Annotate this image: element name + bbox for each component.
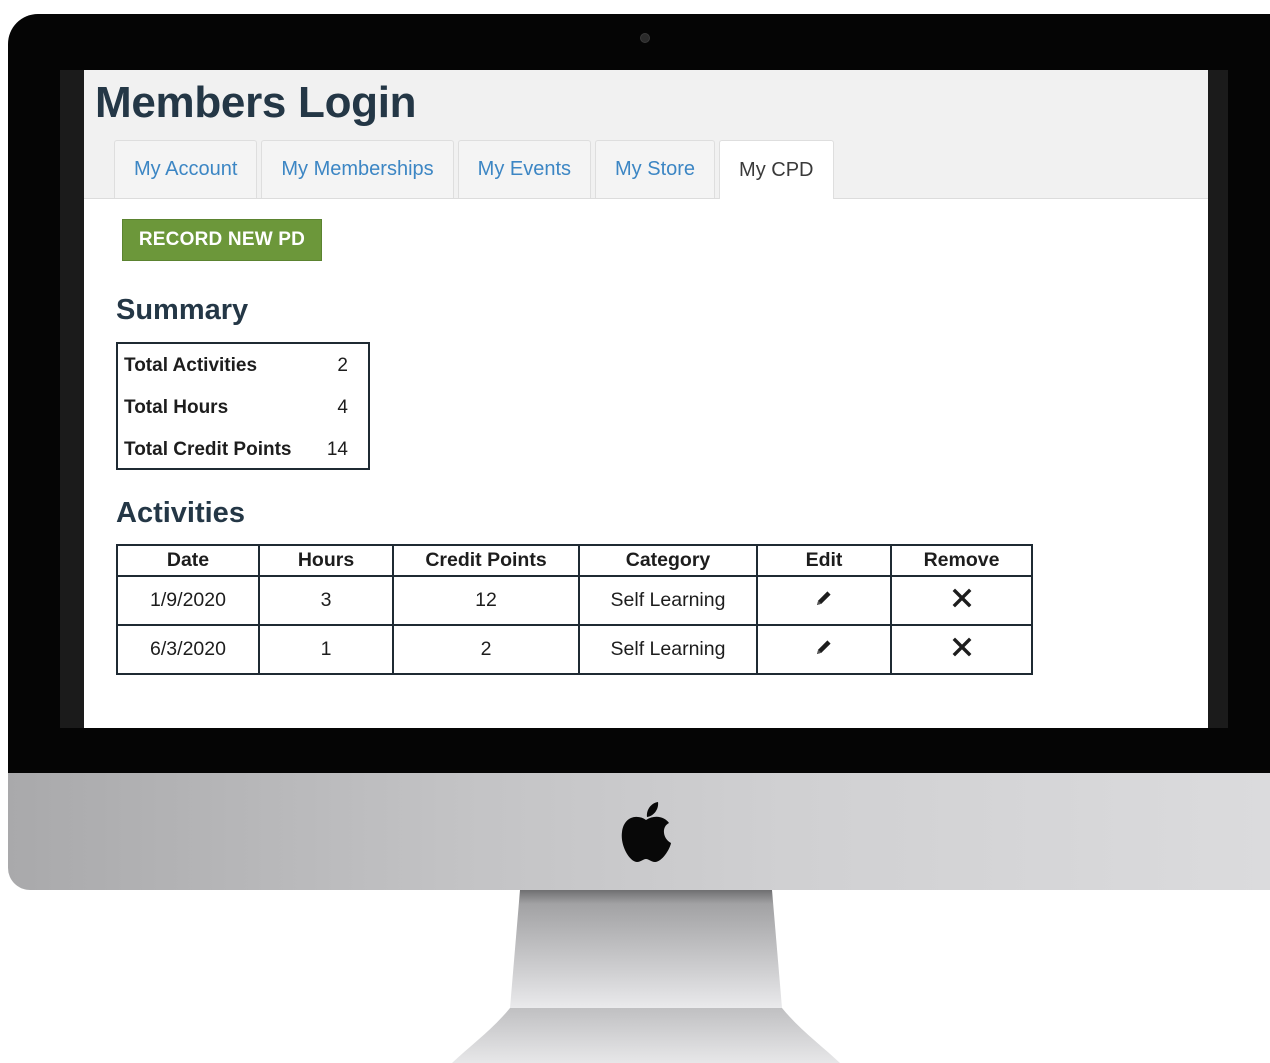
- summary-row-total-activities: Total Activities 2: [118, 351, 368, 393]
- apple-logo-icon: [621, 802, 671, 862]
- tab-label: My CPD: [739, 158, 814, 181]
- summary-value: 2: [337, 355, 348, 376]
- tab-my-account[interactable]: My Account: [114, 140, 258, 198]
- x-icon[interactable]: [952, 588, 972, 614]
- record-new-pd-button[interactable]: RECORD NEW PD: [122, 219, 322, 261]
- tab-my-events[interactable]: My Events: [457, 140, 592, 198]
- table-row: 6/3/2020 1 2 Self Learning: [116, 624, 1033, 675]
- summary-box: Total Activities 2 Total Hours 4 Total C…: [116, 342, 370, 470]
- camera-icon: [640, 33, 650, 43]
- table-header-row: Date Hours Credit Points Category Edit R…: [116, 544, 1033, 577]
- activities-heading: Activities: [116, 497, 245, 529]
- tab-my-memberships[interactable]: My Memberships: [261, 140, 454, 198]
- account-tabs: My Account My Memberships My Events My S…: [114, 140, 838, 199]
- summary-heading: Summary: [116, 294, 249, 326]
- cell-date: 6/3/2020: [116, 624, 260, 675]
- cell-remove: [890, 624, 1033, 675]
- cell-hours: 1: [258, 624, 394, 675]
- cell-category: Self Learning: [578, 575, 758, 626]
- cell-edit: [756, 575, 892, 626]
- monitor-stand: [452, 890, 840, 1063]
- column-header-remove: Remove: [890, 544, 1033, 577]
- column-header-date: Date: [116, 544, 260, 577]
- members-page: Members Login My Account My Memberships …: [84, 70, 1208, 728]
- table-row: 1/9/2020 3 12 Self Learning: [116, 575, 1033, 626]
- column-header-edit: Edit: [756, 544, 892, 577]
- summary-label: Total Hours: [124, 397, 229, 418]
- cell-date: 1/9/2020: [116, 575, 260, 626]
- tab-label: My Memberships: [281, 158, 434, 180]
- page-title: Members Login: [95, 78, 417, 127]
- tab-label: My Events: [477, 158, 572, 180]
- cell-category: Self Learning: [578, 624, 758, 675]
- column-header-category: Category: [578, 544, 758, 577]
- summary-label: Total Credit Points: [124, 439, 292, 460]
- monitor-screen: Members Login My Account My Memberships …: [60, 70, 1228, 728]
- summary-label: Total Activities: [124, 355, 258, 376]
- cell-edit: [756, 624, 892, 675]
- column-header-credit-points: Credit Points: [392, 544, 580, 577]
- x-icon[interactable]: [952, 637, 972, 663]
- tab-label: My Store: [615, 158, 696, 180]
- cell-remove: [890, 575, 1033, 626]
- column-header-hours: Hours: [258, 544, 394, 577]
- cell-hours: 3: [258, 575, 394, 626]
- summary-row-total-hours: Total Hours 4: [118, 393, 368, 435]
- activities-table: Date Hours Credit Points Category Edit R…: [116, 544, 1033, 675]
- summary-value: 4: [337, 397, 348, 418]
- tab-my-cpd[interactable]: My CPD: [719, 140, 834, 199]
- pencil-icon[interactable]: [814, 637, 834, 663]
- tab-label: My Account: [134, 158, 238, 180]
- cell-credit-points: 12: [392, 575, 580, 626]
- cell-credit-points: 2: [392, 624, 580, 675]
- summary-row-total-credit-points: Total Credit Points 14: [118, 435, 368, 477]
- tab-my-store[interactable]: My Store: [595, 140, 716, 198]
- page-header: Members Login My Account My Memberships …: [84, 70, 1208, 199]
- pencil-icon[interactable]: [814, 588, 834, 614]
- summary-value: 14: [326, 439, 348, 460]
